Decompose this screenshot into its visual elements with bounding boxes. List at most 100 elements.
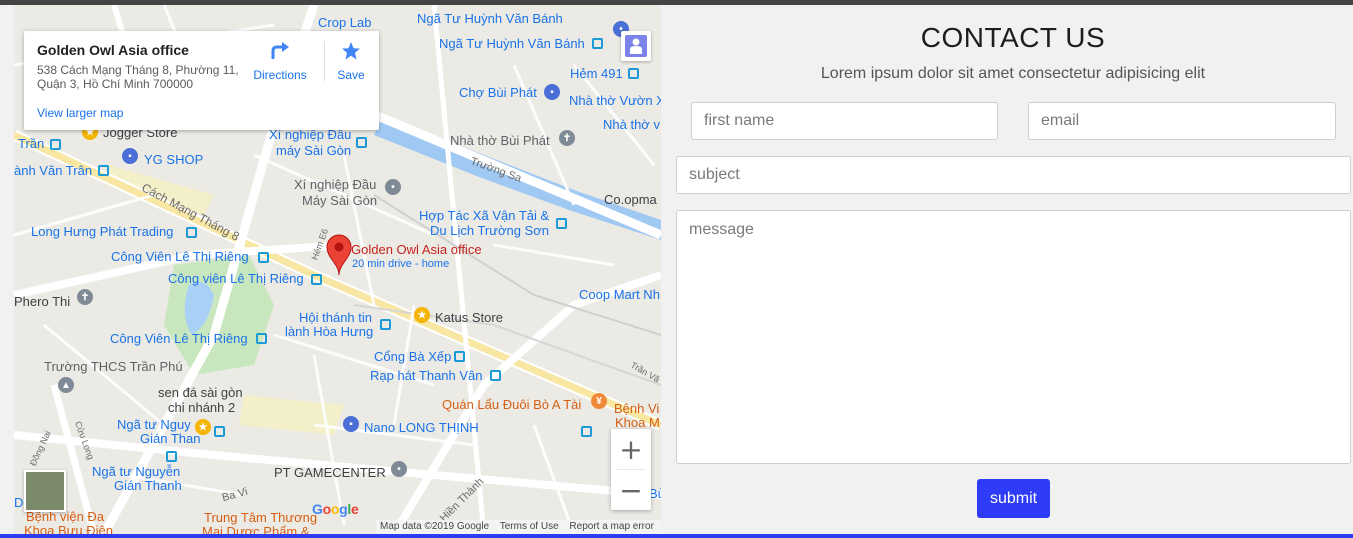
map-label: Long Hưng Phát Trading — [31, 224, 174, 239]
map-label: Du Lịch Trường Sơn — [430, 223, 549, 238]
map-label: Ngã Tư Huỳnh Văn Bánh — [439, 36, 585, 51]
map-label: YG SHOP — [144, 152, 204, 167]
shopping-icon: ▪ — [343, 416, 359, 432]
map-label: Nhà thờ v — [603, 117, 660, 132]
map-label: Hẻm 491 — [570, 66, 623, 81]
map-label: Katus Store — [435, 310, 503, 325]
satellite-toggle[interactable] — [24, 470, 66, 512]
page-title: CONTACT US — [920, 22, 1106, 53]
map-label: Công Viên Lê Thị Riêng — [110, 331, 248, 346]
map-info-card: Golden Owl Asia office 538 Cách Mạng Thá… — [24, 31, 379, 130]
save-label: Save — [337, 68, 365, 82]
map-label: Khoa M — [615, 415, 660, 430]
bus-stop-icon — [581, 426, 592, 437]
store-icon: ★ — [414, 307, 430, 323]
bus-stop-icon — [186, 227, 197, 238]
map-label: Crop Lab — [318, 15, 372, 30]
map-label: Máy Sài Gòn — [302, 193, 378, 208]
bus-stop-icon — [50, 139, 61, 150]
map-label: Trung Tâm Thương — [204, 510, 318, 525]
place-address: 538 Cách Mạng Tháng 8, Phường 11, Quận 3… — [37, 63, 239, 91]
bus-stop-icon — [628, 68, 639, 79]
pegman-icon — [630, 38, 642, 54]
marker-sublabel: 20 min drive - home — [352, 258, 450, 270]
bus-stop-icon — [556, 218, 567, 229]
bus-stop-icon — [166, 451, 177, 462]
map-label: Công viên Lê Thị Riêng — [168, 271, 304, 286]
zoom-control: + − — [611, 429, 651, 510]
subject-field[interactable]: subject — [676, 156, 1351, 194]
first-name-field[interactable]: first name — [691, 102, 998, 140]
message-field[interactable]: message — [676, 210, 1351, 464]
zoom-out-button[interactable]: − — [611, 470, 651, 510]
bus-stop-icon — [490, 370, 501, 381]
bus-stop-icon — [256, 333, 267, 344]
map-label: Chợ Bùi Phát — [459, 85, 537, 100]
directions-label: Directions — [253, 68, 307, 82]
map-label: Gián Than — [140, 431, 201, 446]
bus-stop-icon — [380, 319, 391, 330]
street-view-button[interactable] — [621, 31, 651, 61]
map-label: Bệnh Vi — [614, 401, 660, 416]
bus-stop-icon — [311, 274, 322, 285]
map-label: Ngã Tư Huỳnh Văn Bánh — [417, 11, 563, 26]
submit-button[interactable]: submit — [977, 479, 1050, 518]
divider — [324, 41, 325, 81]
google-logo: Google — [312, 501, 359, 517]
map-label: Gián Thanh — [114, 478, 182, 493]
map-label: Coop Mart Nh — [579, 287, 660, 302]
church-icon: ✝ — [559, 130, 575, 146]
map-data-text: Map data ©2019 Google — [380, 521, 490, 532]
map-label: sen đá sài gòn — [158, 385, 243, 400]
report-error-link[interactable]: Report a map error — [569, 521, 653, 532]
map-label: chi nhánh 2 — [168, 400, 236, 415]
map-label: Trần — [18, 136, 45, 151]
place-icon: • — [385, 179, 401, 195]
view-larger-map-link[interactable]: View larger map — [37, 106, 123, 120]
shopping-icon: ▪ — [122, 148, 138, 164]
map-label: Ngã tư Nguy — [117, 417, 191, 432]
map-label: Mại Dược Phẩm & — [202, 524, 310, 534]
map-label: Nano LONG THỊNH — [364, 420, 479, 435]
school-icon: ▲ — [58, 377, 74, 393]
map-label: Khoa Bưu Điện — [24, 523, 113, 534]
bus-stop-icon — [98, 165, 109, 176]
map-label: máy Sài Gòn — [276, 143, 352, 158]
map-label: Nhà thờ Vườn X — [569, 93, 661, 108]
place-name: Golden Owl Asia office — [37, 42, 189, 58]
terms-link[interactable]: Terms of Use — [500, 521, 559, 532]
bus-stop-icon — [454, 351, 465, 362]
map-label: Công Viên Lê Thị Riêng — [111, 249, 249, 264]
map-label: Hợp Tác Xã Vận Tải & — [419, 208, 550, 223]
map-label: Trường THCS Trần Phú — [44, 359, 183, 374]
zoom-in-button[interactable]: + — [611, 429, 651, 469]
map-label: Nhà thờ Bùi Phát — [450, 133, 550, 148]
bus-stop-icon — [258, 252, 269, 263]
contact-form: CONTACT US Lorem ipsum dolor sit amet co… — [661, 5, 1353, 534]
embedded-map[interactable]: Crop Lab Ngã Tư Huỳnh Văn Bánh Ngã Tư Hu… — [14, 5, 661, 534]
map-label: ành Văn Trân — [14, 163, 93, 178]
map-label: Rạp hát Thanh Vân — [370, 368, 483, 383]
directions-icon — [271, 42, 289, 59]
email-field[interactable]: email — [1028, 102, 1336, 140]
map-label: Hội thánh tin — [299, 310, 372, 325]
marker-label: Golden Owl Asia office — [351, 242, 482, 257]
location-marker-icon[interactable] — [326, 234, 352, 276]
star-icon — [342, 42, 360, 60]
place-icon: • — [391, 461, 407, 477]
map-label: Phero Thi — [14, 294, 71, 309]
restaurant-icon: ¥ — [591, 393, 607, 409]
map-label: Quán Lẩu Đuôi Bò A Tài — [442, 397, 582, 412]
map-label: Co.opma — [604, 192, 657, 207]
map-attribution: Map data ©2019 Google Terms of Use Repor… — [376, 520, 661, 534]
directions-button[interactable]: Directions — [252, 41, 308, 82]
bus-stop-icon — [356, 137, 367, 148]
map-label: Xí nghiệp Đầu — [294, 177, 377, 192]
map-label: Ngã tư Nguyễn — [92, 464, 181, 479]
save-button[interactable]: Save — [329, 41, 373, 82]
map-label: Cổng Bà Xếp — [374, 349, 452, 364]
shopping-icon: ▪ — [544, 84, 560, 100]
bus-stop-icon — [214, 426, 225, 437]
church-icon: ✝ — [77, 289, 93, 305]
bus-stop-icon — [592, 38, 603, 49]
